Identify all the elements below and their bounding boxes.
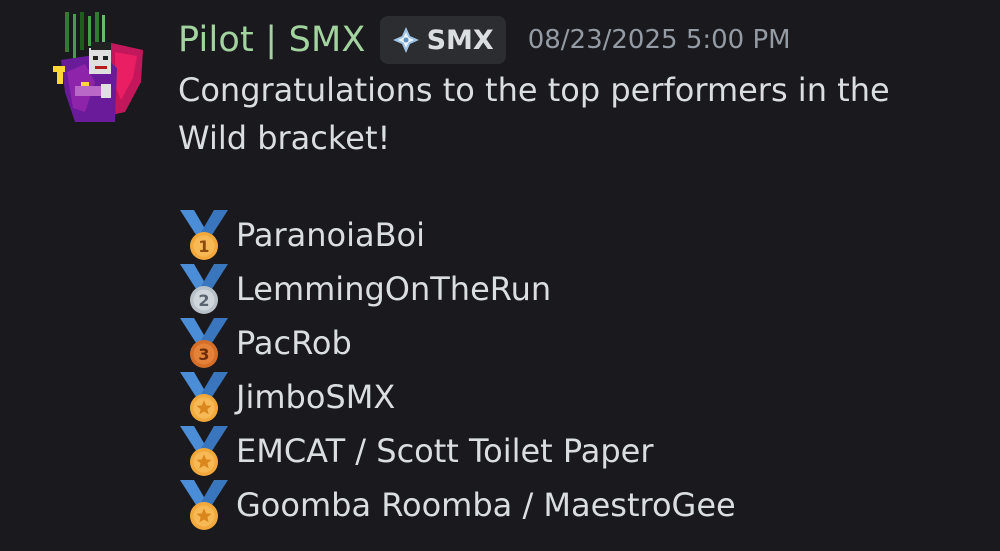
list-item: Goomba Roomba / MaestroGee: [178, 478, 736, 532]
star-medal-icon: [180, 372, 228, 422]
server-tag-label: SMX: [426, 24, 494, 56]
list-item: EMCAT / Scott Toilet Paper: [178, 424, 736, 478]
pixel-vampire-avatar-icon: [53, 12, 143, 122]
player-name: Goomba Roomba / MaestroGee: [236, 486, 736, 524]
player-name: EMCAT / Scott Toilet Paper: [236, 432, 654, 470]
list-item: 2 LemmingOnTheRun: [178, 262, 736, 316]
first-place-medal-icon: 1: [180, 210, 228, 260]
message-header: Pilot | SMX SMX 08/23/2025 5:00 PM: [178, 14, 791, 66]
medal-number: 2: [198, 291, 209, 310]
rankings-list: 1 ParanoiaBoi 2 LemmingOnTheRun 3 PacRob…: [178, 208, 736, 532]
player-name: JimboSMX: [236, 378, 396, 416]
diamond-cross-icon: [392, 27, 419, 53]
second-place-medal-icon: 2: [180, 264, 228, 314]
player-name: PacRob: [236, 324, 352, 362]
star-medal-icon: [180, 480, 228, 530]
list-item: 3 PacRob: [178, 316, 736, 370]
medal-number: 1: [198, 237, 209, 256]
player-name: LemmingOnTheRun: [236, 270, 552, 308]
list-item: JimboSMX: [178, 370, 736, 424]
message-content: Congratulations to the top performers in…: [178, 66, 938, 162]
star-medal-icon: [180, 426, 228, 476]
server-tag[interactable]: SMX: [379, 16, 506, 64]
message-intro: Congratulations to the top performers in…: [178, 71, 890, 157]
chat-message: Pilot | SMX SMX 08/23/2025 5:00 PM Congr…: [0, 0, 1000, 551]
player-name: ParanoiaBoi: [236, 216, 426, 254]
message-timestamp[interactable]: 08/23/2025 5:00 PM: [528, 25, 791, 55]
list-item: 1 ParanoiaBoi: [178, 208, 736, 262]
medal-number: 3: [198, 345, 209, 364]
third-place-medal-icon: 3: [180, 318, 228, 368]
author-username[interactable]: Pilot | SMX: [178, 20, 366, 60]
avatar[interactable]: [45, 12, 145, 124]
